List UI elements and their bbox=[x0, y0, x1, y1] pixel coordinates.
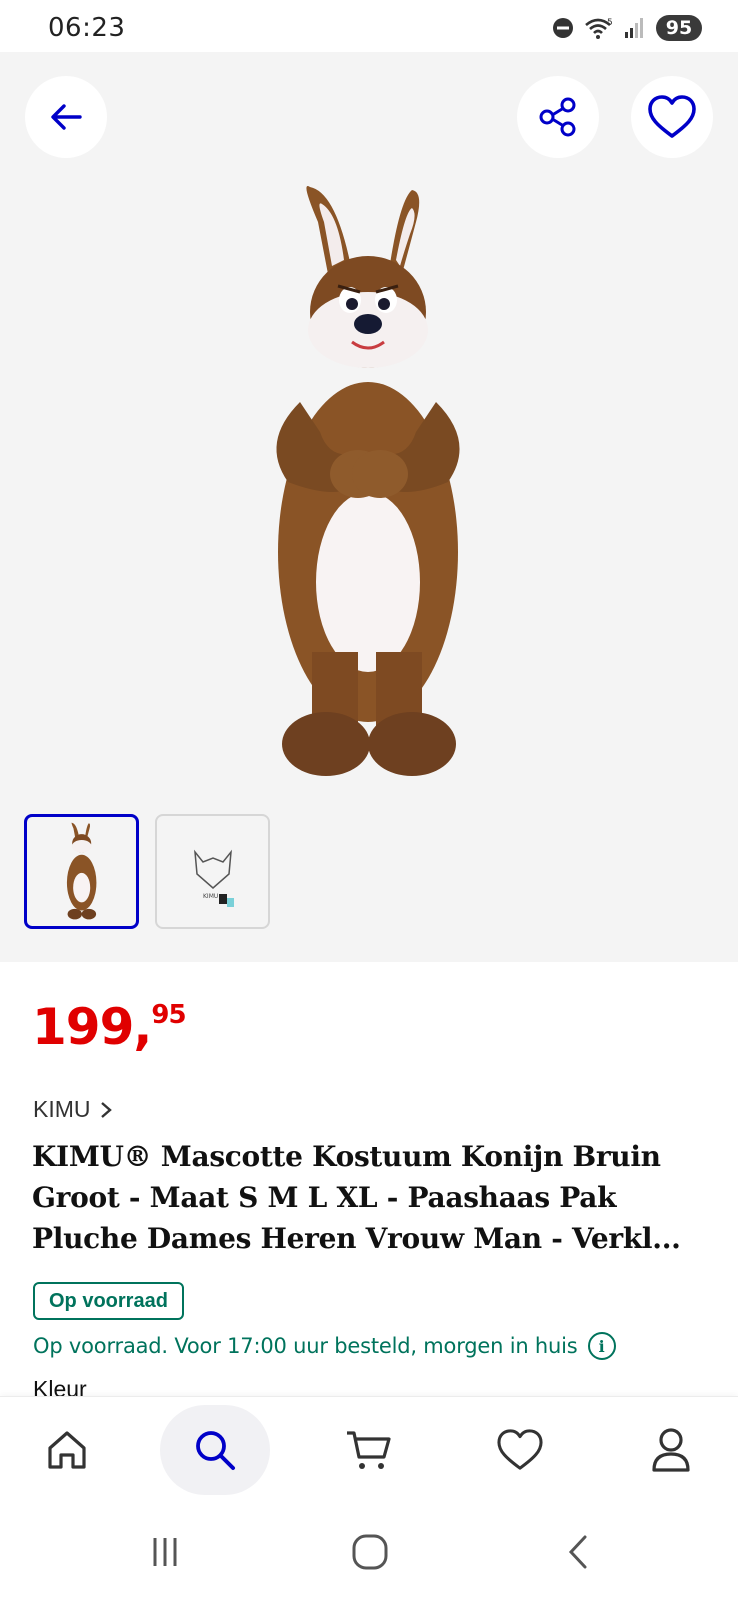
stock-badge: Op voorraad bbox=[33, 1282, 184, 1320]
chevron-right-icon bbox=[100, 1101, 112, 1118]
wifi-icon: 5 bbox=[585, 18, 613, 39]
nav-favorites[interactable] bbox=[465, 1405, 575, 1495]
brand-link[interactable]: KIMU bbox=[33, 1096, 113, 1123]
thumbnail-1[interactable] bbox=[24, 814, 139, 929]
thumbnail-strip: KIMU bbox=[24, 814, 270, 929]
share-button[interactable] bbox=[517, 76, 599, 158]
battery-icon: 95 bbox=[656, 15, 702, 41]
signal-icon bbox=[625, 18, 643, 38]
title-line-1: KIMU® Mascotte Kostuum Konijn Bruin bbox=[32, 1140, 661, 1173]
recent-apps-icon bbox=[153, 1538, 177, 1566]
svg-text:KIMU: KIMU bbox=[203, 893, 218, 900]
brand-name: KIMU bbox=[33, 1096, 91, 1122]
back-system-button[interactable] bbox=[548, 1530, 608, 1574]
do-not-disturb-icon bbox=[553, 18, 573, 38]
status-bar: 06:23 5 95 bbox=[0, 0, 738, 52]
nav-search[interactable] bbox=[160, 1405, 270, 1495]
price-main: 199, bbox=[32, 998, 152, 1056]
heart-icon bbox=[497, 1429, 543, 1470]
back-button[interactable] bbox=[25, 76, 107, 158]
system-navigation-bar bbox=[0, 1500, 738, 1600]
thumbnail-2[interactable]: KIMU bbox=[155, 814, 270, 929]
home-system-button[interactable] bbox=[340, 1530, 400, 1574]
favorite-button[interactable] bbox=[631, 76, 713, 158]
chevron-left-icon bbox=[568, 1535, 587, 1569]
arrow-left-icon bbox=[51, 104, 82, 130]
home-icon bbox=[48, 1431, 86, 1469]
delivery-text: Op voorraad. Voor 17:00 uur besteld, mor… bbox=[33, 1334, 578, 1358]
svg-text:5: 5 bbox=[607, 18, 613, 28]
status-time: 06:23 bbox=[48, 13, 126, 43]
product-title: KIMU® Mascotte Kostuum Konijn Bruin Groo… bbox=[32, 1136, 712, 1259]
color-section-label: Kleur bbox=[33, 1376, 87, 1396]
info-icon[interactable]: i bbox=[587, 1332, 616, 1360]
price-cents: 95 bbox=[151, 1000, 186, 1030]
product-main-image[interactable] bbox=[240, 182, 500, 792]
cart-icon bbox=[347, 1431, 391, 1469]
product-price: 199,95 bbox=[32, 998, 187, 1056]
title-line-3: Pluche Dames Heren Vrouw Man - Verkl... bbox=[32, 1222, 681, 1255]
thumbnail-packaging-image: KIMU bbox=[193, 849, 234, 907]
user-icon bbox=[652, 1428, 690, 1472]
nav-cart[interactable] bbox=[314, 1405, 424, 1495]
home-pill-icon bbox=[352, 1534, 388, 1570]
status-icons: 5 95 bbox=[552, 14, 702, 42]
thumbnail-bunny-image bbox=[66, 822, 96, 919]
product-gallery: KIMU bbox=[0, 52, 738, 962]
bottom-navigation bbox=[0, 1396, 738, 1500]
delivery-info: Op voorraad. Voor 17:00 uur besteld, mor… bbox=[33, 1332, 616, 1360]
title-line-2: Groot - Maat S M L XL - Paashaas Pak bbox=[32, 1181, 617, 1214]
nav-account[interactable] bbox=[616, 1405, 726, 1495]
search-icon bbox=[196, 1431, 235, 1470]
recent-apps-button[interactable] bbox=[135, 1530, 195, 1574]
heart-icon bbox=[648, 95, 696, 138]
share-icon bbox=[539, 97, 576, 137]
nav-home[interactable] bbox=[12, 1405, 122, 1495]
